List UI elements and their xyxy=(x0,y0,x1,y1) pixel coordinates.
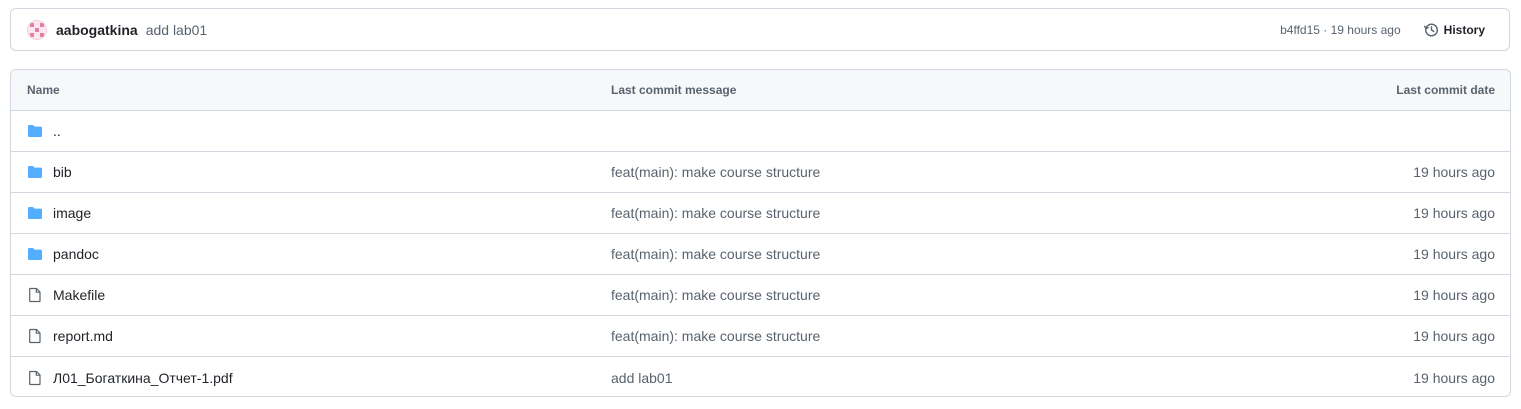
table-header: Name Last commit message Last commit dat… xyxy=(11,70,1510,111)
commit-message-link[interactable]: add lab01 xyxy=(611,370,1211,386)
folder-icon xyxy=(27,164,43,180)
file-name-link[interactable]: report.md xyxy=(53,328,113,344)
name-cell: report.md xyxy=(11,328,611,344)
header-last-commit-date: Last commit date xyxy=(1396,83,1495,97)
table-row[interactable]: report.md feat(main): make course struct… xyxy=(11,316,1510,357)
commit-date-cell: 19 hours ago xyxy=(1413,369,1495,386)
history-icon xyxy=(1423,22,1438,37)
commit-author[interactable]: aabogatkina xyxy=(56,22,138,38)
author-avatar[interactable] xyxy=(27,19,47,40)
name-cell: Л01_Богаткина_Отчет-1.pdf xyxy=(11,370,611,386)
header-name: Name xyxy=(27,83,60,97)
commit-date-cell: 19 hours ago xyxy=(1413,246,1495,262)
commit-date-cell: 19 hours ago xyxy=(1413,205,1495,221)
commit-sha-time[interactable]: b4ffd15 · 19 hours ago xyxy=(1280,23,1401,37)
table-row[interactable]: bib feat(main): make course structure 19… xyxy=(11,152,1510,193)
file-name-link[interactable]: Л01_Богаткина_Отчет-1.pdf xyxy=(53,370,233,386)
file-icon xyxy=(27,328,43,344)
name-cell: bib xyxy=(11,164,611,180)
header-last-commit-message: Last commit message xyxy=(611,83,737,97)
commit-message-link[interactable]: feat(main): make course structure xyxy=(611,205,1211,221)
name-cell: Makefile xyxy=(11,287,611,303)
folder-icon xyxy=(27,123,43,139)
file-table: Name Last commit message Last commit dat… xyxy=(10,69,1511,397)
commit-date-cell: 19 hours ago xyxy=(1413,164,1495,180)
file-name-link[interactable]: image xyxy=(53,205,91,221)
table-row[interactable]: pandoc feat(main): make course structure… xyxy=(11,234,1510,275)
identicon-icon xyxy=(30,22,44,37)
commit-message[interactable]: add lab01 xyxy=(146,22,208,38)
table-row[interactable]: image feat(main): make course structure … xyxy=(11,193,1510,234)
file-name-link[interactable]: Makefile xyxy=(53,287,105,303)
name-cell: .. xyxy=(11,123,611,139)
folder-icon xyxy=(27,246,43,262)
file-icon xyxy=(27,287,43,303)
commit-message-link[interactable]: feat(main): make course structure xyxy=(611,328,1211,344)
file-name-link[interactable]: pandoc xyxy=(53,246,99,262)
commit-message-link[interactable]: feat(main): make course structure xyxy=(611,164,1211,180)
parent-directory-link[interactable]: .. xyxy=(53,123,61,139)
history-button[interactable]: History xyxy=(1415,18,1493,42)
commit-message-link[interactable]: feat(main): make course structure xyxy=(611,246,1211,262)
file-icon xyxy=(27,370,43,386)
folder-icon xyxy=(27,205,43,221)
table-row[interactable]: .. xyxy=(11,111,1510,152)
history-label: History xyxy=(1443,22,1485,37)
name-cell: image xyxy=(11,205,611,221)
file-name-link[interactable]: bib xyxy=(53,164,72,180)
commit-date-cell: 19 hours ago xyxy=(1413,287,1495,303)
latest-commit-bar: aabogatkina add lab01 b4ffd15 · 19 hours… xyxy=(10,8,1510,51)
table-row[interactable]: Л01_Богаткина_Отчет-1.pdf add lab01 19 h… xyxy=(11,357,1510,396)
commit-message-link[interactable]: feat(main): make course structure xyxy=(611,287,1211,303)
table-row[interactable]: Makefile feat(main): make course structu… xyxy=(11,275,1510,316)
commit-date-cell: 19 hours ago xyxy=(1413,328,1495,344)
name-cell: pandoc xyxy=(11,246,611,262)
